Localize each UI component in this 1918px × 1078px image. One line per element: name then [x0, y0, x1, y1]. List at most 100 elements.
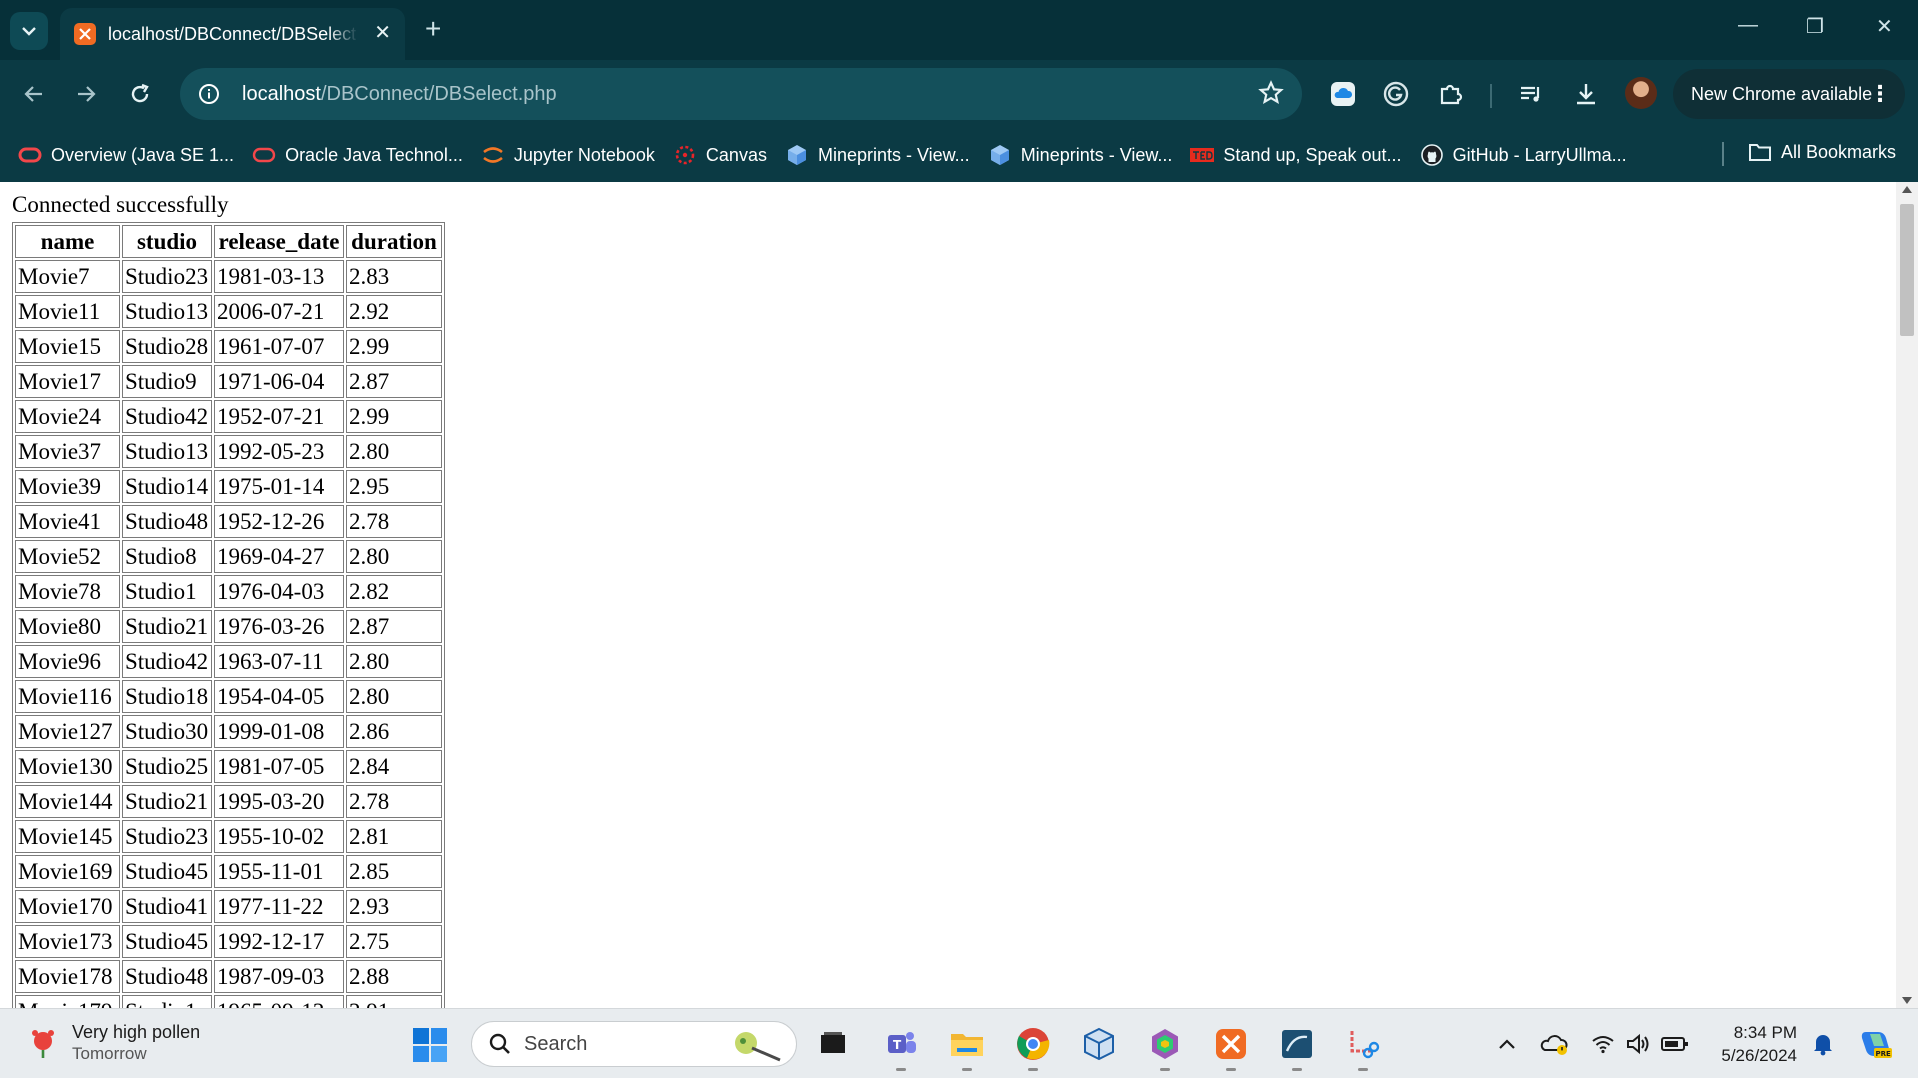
copilot-icon[interactable]: PRE	[1856, 1024, 1896, 1064]
cell-release-date: 1961-07-07	[214, 330, 344, 363]
github-icon	[1420, 143, 1444, 167]
bookmark-item[interactable]: Mineprints - View...	[988, 143, 1173, 167]
cell-studio: Studio28	[122, 330, 212, 363]
profile-avatar[interactable]	[1625, 77, 1657, 109]
cell-duration: 2.75	[346, 925, 442, 958]
restore-button[interactable]: ❐	[1806, 14, 1824, 39]
oracle-icon	[252, 143, 276, 167]
bookmark-label: Jupyter Notebook	[513, 144, 655, 165]
onedrive-warning-icon[interactable]	[1540, 1029, 1570, 1059]
virtualbox-icon[interactable]	[1078, 1023, 1120, 1065]
reload-button[interactable]	[122, 76, 158, 112]
show-hidden-icons-chevron-icon[interactable]	[1492, 1029, 1522, 1059]
chrome-icon[interactable]	[1012, 1023, 1054, 1071]
cell-name: Movie96	[15, 645, 120, 678]
toolbar-divider	[1490, 84, 1492, 108]
table-row: Movie127 Studio30 1999-01-08 2.86	[15, 715, 442, 748]
cell-release-date: 1976-04-03	[214, 575, 344, 608]
mysql-workbench-icon[interactable]	[1276, 1023, 1318, 1071]
download-icon[interactable]	[1568, 76, 1604, 112]
bookmark-item[interactable]: Jupyter Notebook	[481, 143, 655, 167]
bookmark-label: Stand up, Speak out...	[1223, 144, 1402, 165]
running-indicator	[1358, 1068, 1368, 1071]
bookmark-item[interactable]: Canvas	[673, 143, 767, 167]
wifi-icon[interactable]	[1588, 1029, 1618, 1059]
bookmark-item[interactable]: Stand up, Speak out...	[1190, 143, 1402, 167]
media-control-icon[interactable]	[1513, 76, 1549, 112]
battery-icon[interactable]	[1660, 1029, 1690, 1059]
close-window-button[interactable]: ✕	[1876, 14, 1893, 39]
file-explorer-icon[interactable]	[946, 1023, 988, 1071]
bookmark-item[interactable]: GitHub - LarryUllma...	[1420, 143, 1627, 167]
task-view-icon[interactable]	[812, 1023, 854, 1065]
windows-start-icon[interactable]	[412, 1027, 448, 1063]
browser-chrome: localhost/DBConnect/DBSelect.php ✕ + — ❐…	[0, 0, 1918, 182]
bookmark-item[interactable]: Oracle Java Technol...	[252, 143, 463, 167]
site-info-icon[interactable]	[194, 79, 224, 109]
running-indicator	[896, 1068, 906, 1071]
cell-duration: 2.87	[346, 365, 442, 398]
update-chrome-button[interactable]: New Chrome available ⋮	[1673, 69, 1905, 119]
close-tab-icon[interactable]: ✕	[374, 22, 391, 44]
tab-search-button[interactable]	[10, 12, 48, 50]
xampp-icon	[74, 23, 96, 45]
cell-duration: 2.78	[346, 785, 442, 818]
reload-icon	[131, 83, 149, 103]
cell-release-date: 1955-11-01	[214, 855, 344, 888]
weather-widget[interactable]: Very high pollen Tomorrow	[28, 1021, 200, 1065]
cell-name: Movie15	[15, 330, 120, 363]
bookmark-label: Canvas	[705, 144, 767, 165]
table-row: Movie170 Studio41 1977-11-22 2.93	[15, 890, 442, 923]
forward-button[interactable]	[68, 76, 104, 112]
table-row: Movie179Studio11965-09-122.91	[15, 995, 442, 1008]
vertical-scrollbar[interactable]	[1896, 182, 1918, 1008]
cell-duration: 2.85	[346, 855, 442, 888]
snipping-tool-icon[interactable]	[1342, 1023, 1384, 1071]
cell-duration: 2.87	[346, 610, 442, 643]
cell-release-date: 1987-09-03	[214, 960, 344, 993]
weather-text: Very high pollen Tomorrow	[72, 1021, 200, 1065]
arrow-left-icon	[24, 86, 42, 102]
minimize-button[interactable]: —	[1738, 14, 1758, 37]
address-bar[interactable]: localhost/DBConnect/DBSelect.php	[180, 68, 1302, 120]
table-row: Movie41 Studio48 1952-12-26 2.78	[15, 505, 442, 538]
bookmark-item[interactable]: Mineprints - View...	[785, 143, 970, 167]
column-header-studio: studio	[122, 225, 212, 258]
notification-bell-icon[interactable]	[1808, 1029, 1838, 1059]
table-body: Movie7 Studio23 1981-03-13 2.83 Movie11 Studi…	[15, 260, 442, 1008]
back-button[interactable]	[16, 76, 52, 112]
scroll-down-arrow[interactable]	[1902, 997, 1912, 1004]
scrollbar-thumb[interactable]	[1900, 204, 1914, 336]
browser-toolbar: localhost/DBConnect/DBSelect.php New Chr…	[0, 60, 1918, 128]
cell-name: Movie145	[15, 820, 120, 853]
volume-icon[interactable]	[1624, 1029, 1654, 1059]
cell-release-date: 1992-12-17	[214, 925, 344, 958]
cell-release-date: 1981-07-05	[214, 750, 344, 783]
clock-date: 5/26/2024	[1721, 1046, 1797, 1065]
taskbar-clock[interactable]: 8:34 PM 5/26/2024	[1712, 1021, 1797, 1067]
cell-release-date: 1976-03-26	[214, 610, 344, 643]
active-tab[interactable]: localhost/DBConnect/DBSelect.php ✕	[60, 8, 405, 60]
cell-studio: Studio45	[122, 925, 212, 958]
folder-icon	[1748, 140, 1772, 164]
cell-name: Movie7	[15, 260, 120, 293]
taskbar-search[interactable]: Search	[471, 1021, 797, 1067]
cell-studio: Studio48	[122, 505, 212, 538]
bookmark-star-icon[interactable]	[1258, 80, 1284, 111]
bookmark-item[interactable]: Overview (Java SE 1...	[18, 143, 234, 167]
grammarly-icon[interactable]	[1378, 76, 1414, 112]
scroll-up-arrow[interactable]	[1902, 186, 1912, 193]
cell-name: Movie37	[15, 435, 120, 468]
bookmark-label: GitHub - LarryUllma...	[1452, 144, 1627, 165]
xampp-icon[interactable]	[1210, 1023, 1252, 1071]
teams-icon[interactable]: T	[880, 1023, 922, 1071]
cell-duration: 2.91	[346, 995, 442, 1008]
new-tab-button[interactable]: +	[425, 14, 441, 44]
bookmark-label: Mineprints - View...	[1020, 144, 1173, 165]
extensions-puzzle-icon[interactable]	[1433, 76, 1469, 112]
hex-app-icon[interactable]	[1144, 1023, 1186, 1071]
more-menu-icon[interactable]: ⋮	[1869, 81, 1891, 107]
all-bookmarks-button[interactable]: All Bookmarks	[1748, 140, 1896, 164]
cube-icon	[785, 143, 809, 167]
cloud-extension-icon[interactable]	[1325, 76, 1361, 112]
